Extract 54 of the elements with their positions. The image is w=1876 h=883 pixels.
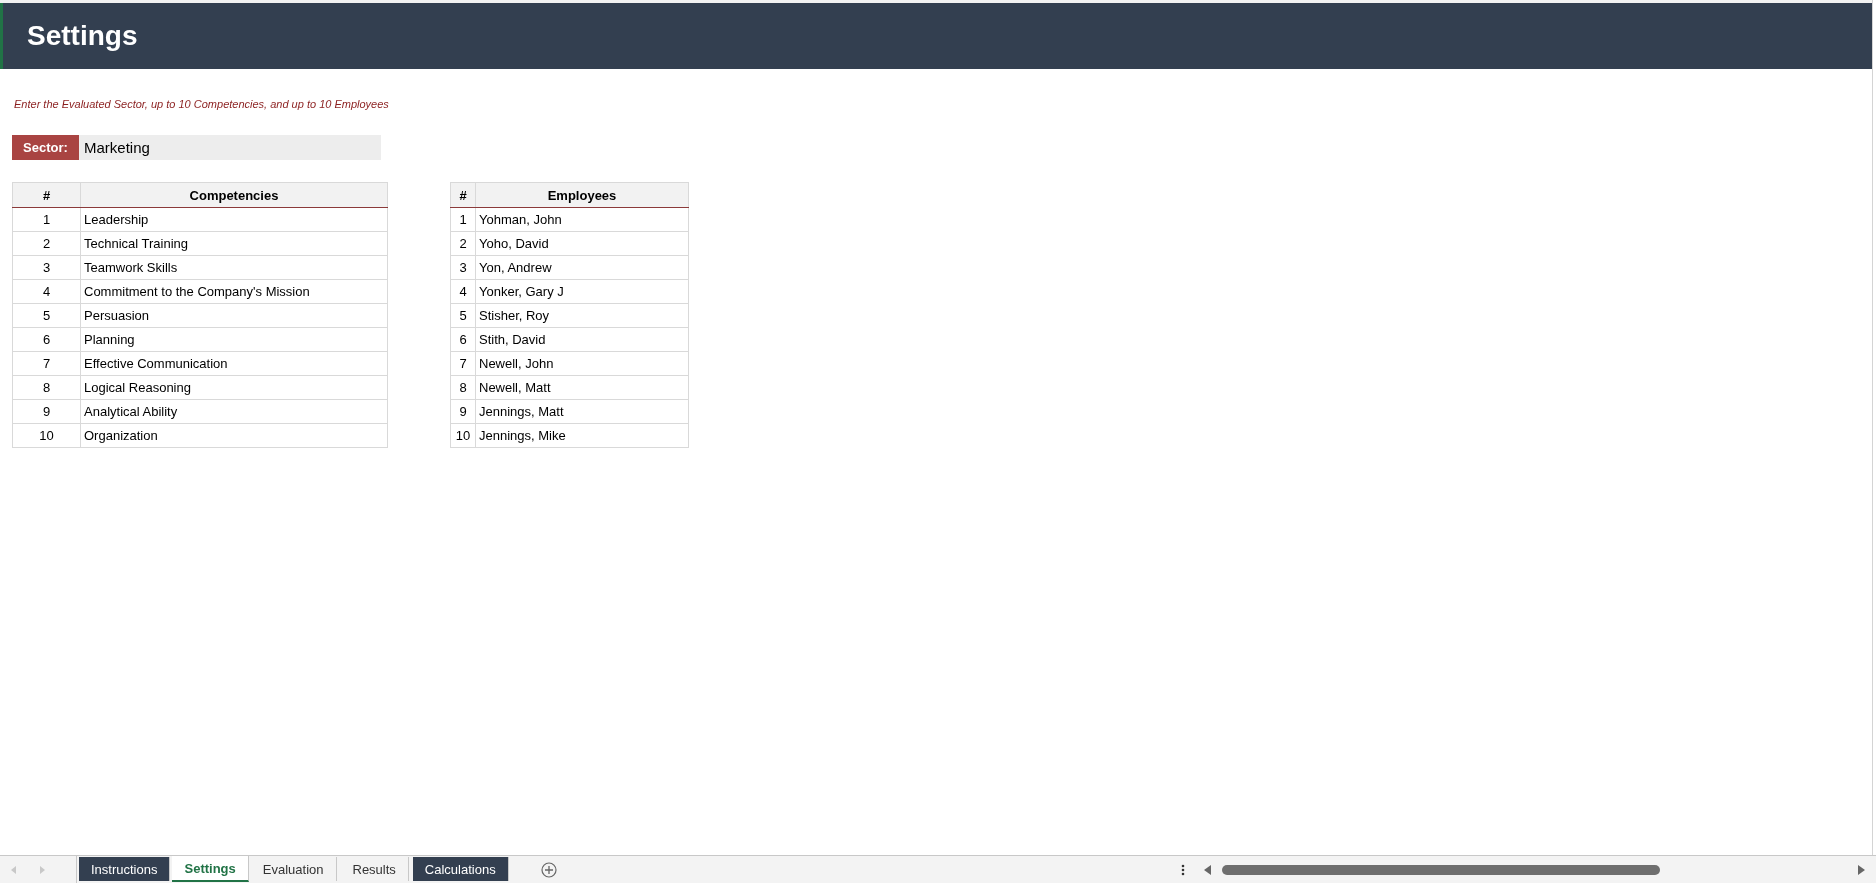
table-cell: Yohman, John: [475, 207, 689, 232]
column-header: #: [12, 182, 81, 208]
column-header: #: [450, 182, 476, 208]
sheet-tab[interactable]: Calculations: [412, 857, 509, 881]
table-cell: 5: [450, 303, 476, 328]
sector-field[interactable]: Marketing: [79, 135, 381, 160]
table-cell: Effective Communication: [80, 351, 388, 376]
table-cell: 7: [12, 351, 81, 376]
table-cell: Stith, David: [475, 327, 689, 352]
table-cell: Analytical Ability: [80, 399, 388, 424]
table-cell: 7: [450, 351, 476, 376]
table-cell: Newell, John: [475, 351, 689, 376]
table-cell: Newell, Matt: [475, 375, 689, 400]
table-cell: 9: [12, 399, 81, 424]
table-cell: 4: [12, 279, 81, 304]
column-header: Employees: [475, 182, 689, 208]
table-cell: Teamwork Skills: [80, 255, 388, 280]
table-cell: 2: [450, 231, 476, 256]
table-cell: 5: [12, 303, 81, 328]
table-cell: Jennings, Mike: [475, 423, 689, 448]
table-cell: 8: [12, 375, 81, 400]
table-cell: 10: [450, 423, 476, 448]
table-cell: 9: [450, 399, 476, 424]
instruction-text: Enter the Evaluated Sector, up to 10 Competencies, and up to 10 Employees: [14, 98, 390, 110]
more-options-icon[interactable]: [1181, 863, 1186, 876]
sheet-tab[interactable]: Settings: [172, 856, 249, 882]
scrollbar-thumb[interactable]: [1222, 864, 1661, 875]
sheet-title: Settings: [27, 20, 138, 52]
table-cell: 3: [12, 255, 81, 280]
table-cell: 6: [12, 327, 81, 352]
table-cell: Planning: [80, 327, 388, 352]
table-cell: 6: [450, 327, 476, 352]
table-cell: Yonker, Gary J: [475, 279, 689, 304]
column-header: Competencies: [80, 182, 388, 208]
add-sheet-icon[interactable]: [540, 861, 557, 878]
table-cell: Yon, Andrew: [475, 255, 689, 280]
table-cell: Commitment to the Company's Mission: [80, 279, 388, 304]
table-cell: Technical Training: [80, 231, 388, 256]
table-cell: Stisher, Roy: [475, 303, 689, 328]
table-cell: 8: [450, 375, 476, 400]
table-cell: 1: [450, 207, 476, 232]
table-cell: Yoho, David: [475, 231, 689, 256]
table-cell: Organization: [80, 423, 388, 448]
table-cell: 3: [450, 255, 476, 280]
table-cell: Persuasion: [80, 303, 388, 328]
sector-label: Sector:: [12, 135, 79, 160]
table-cell: 2: [12, 231, 81, 256]
table-cell: Logical Reasoning: [80, 375, 388, 400]
sheet-tab[interactable]: Instructions: [79, 857, 171, 881]
table-cell: 1: [12, 207, 81, 232]
table-cell: 10: [12, 423, 81, 448]
table-cell: 4: [450, 279, 476, 304]
table-cell: Jennings, Matt: [475, 399, 689, 424]
table-cell: Leadership: [80, 207, 388, 232]
